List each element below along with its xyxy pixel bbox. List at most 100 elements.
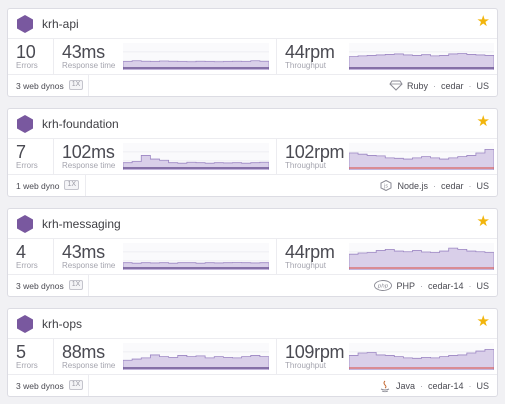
- language-label: Java: [395, 380, 415, 391]
- nodejs-icon: js: [379, 179, 393, 192]
- app-card-footer: 3 web dynos 1X Ruby · cedar · US: [8, 75, 497, 97]
- response-time-value: 88ms: [62, 342, 105, 362]
- dyno-summary[interactable]: 3 web dynos 1X: [8, 75, 90, 96]
- favorite-star-icon[interactable]: ★: [477, 113, 490, 131]
- response-time-label: Response time: [62, 161, 116, 170]
- response-time-value: 43ms: [62, 242, 105, 262]
- language-label: PHP: [396, 280, 415, 291]
- app-card-header: krh-ops ★: [8, 309, 497, 338]
- throughput-metric[interactable]: 44rpm Throughput: [276, 39, 497, 74]
- throughput-value: 44rpm: [285, 42, 335, 62]
- separator-dot: ·: [468, 80, 472, 91]
- dyno-size-badge: 1X: [68, 280, 84, 290]
- app-name-link[interactable]: krh-foundation: [42, 117, 119, 131]
- response-time-label: Response time: [62, 361, 116, 370]
- dyno-size-badge: 1X: [68, 80, 84, 90]
- language-label: Ruby: [406, 80, 428, 91]
- response-time-metric[interactable]: 43ms Response time: [54, 39, 276, 74]
- errors-metric[interactable]: 4 Errors: [8, 239, 54, 274]
- region-label: US: [476, 80, 489, 91]
- stack-info: Java · cedar-14 · US: [378, 380, 489, 393]
- errors-count: 4: [16, 242, 26, 262]
- response-time-label: Response time: [62, 261, 116, 270]
- response-time-sparkline: [123, 243, 269, 270]
- app-card[interactable]: krh-api ★ 10 Errors 43ms Response time 4…: [7, 8, 498, 97]
- app-card-footer: 3 web dynos 1X Java · cedar-14 · US: [8, 375, 497, 397]
- favorite-star-icon[interactable]: ★: [477, 313, 490, 331]
- metrics-row: 4 Errors 43ms Response time 44rpm Throug…: [8, 238, 497, 275]
- sparkline-baseline: [123, 67, 269, 69]
- response-time-value: 43ms: [62, 42, 105, 62]
- app-card-header: krh-api ★: [8, 9, 497, 38]
- favorite-star-icon[interactable]: ★: [477, 213, 490, 231]
- throughput-value: 102rpm: [285, 142, 345, 162]
- errors-label: Errors: [16, 161, 38, 170]
- app-card[interactable]: krh-ops ★ 5 Errors 88ms Response time 10…: [7, 308, 498, 397]
- throughput-label: Throughput: [285, 261, 326, 270]
- ruby-icon: [389, 80, 403, 91]
- app-hexagon-icon: [17, 115, 33, 133]
- app-card[interactable]: krh-foundation ★ 7 Errors 102ms Response…: [7, 108, 498, 197]
- separator-dot: ·: [468, 380, 472, 391]
- sparkline-area: [349, 148, 494, 170]
- stack-info: php PHP · cedar-14 · US: [374, 280, 489, 291]
- dyno-summary[interactable]: 3 web dynos 1X: [8, 275, 90, 296]
- throughput-label: Throughput: [285, 361, 326, 370]
- errors-count: 7: [16, 142, 26, 162]
- svg-text:js: js: [383, 184, 388, 190]
- app-hexagon-icon: [17, 315, 33, 333]
- errors-metric[interactable]: 10 Errors: [8, 39, 54, 74]
- app-card-header: krh-messaging ★: [8, 209, 497, 238]
- stack-label: cedar: [440, 80, 464, 91]
- sparkline-baseline: [349, 67, 494, 69]
- app-hexagon-icon: [17, 15, 33, 33]
- stack-info: js Node.js · cedar · US: [379, 179, 489, 192]
- favorite-star-icon[interactable]: ★: [477, 13, 490, 31]
- region-label: US: [476, 280, 489, 291]
- separator-dot: ·: [419, 380, 423, 391]
- dyno-count: 3 web dynos: [16, 81, 64, 91]
- throughput-value: 44rpm: [285, 242, 335, 262]
- separator-dot: ·: [432, 180, 436, 191]
- sparkline-area: [349, 348, 494, 370]
- dyno-count: 3 web dynos: [16, 281, 64, 291]
- errors-count: 5: [16, 342, 26, 362]
- dyno-summary[interactable]: 1 web dyno 1X: [8, 175, 86, 196]
- response-time-metric[interactable]: 43ms Response time: [54, 239, 276, 274]
- sparkline-baseline: [123, 167, 269, 169]
- region-label: US: [476, 380, 489, 391]
- region-label: US: [476, 180, 489, 191]
- errors-metric[interactable]: 5 Errors: [8, 339, 54, 374]
- separator-dot: ·: [419, 280, 423, 291]
- throughput-label: Throughput: [285, 161, 326, 170]
- stack-info: Ruby · cedar · US: [389, 80, 489, 91]
- errors-label: Errors: [16, 261, 38, 270]
- stack-label: cedar: [440, 180, 464, 191]
- response-time-value: 102ms: [62, 142, 115, 162]
- throughput-metric[interactable]: 44rpm Throughput: [276, 239, 497, 274]
- stack-label: cedar-14: [427, 280, 464, 291]
- errors-metric[interactable]: 7 Errors: [8, 139, 54, 174]
- app-card[interactable]: krh-messaging ★ 4 Errors 43ms Response t…: [7, 208, 498, 297]
- app-name-link[interactable]: krh-messaging: [42, 217, 121, 231]
- throughput-metric[interactable]: 102rpm Throughput: [276, 139, 497, 174]
- throughput-sparkline: [349, 243, 494, 270]
- response-time-label: Response time: [62, 61, 116, 70]
- response-time-sparkline: [123, 43, 269, 70]
- dyno-count: 3 web dynos: [16, 381, 64, 391]
- throughput-metric[interactable]: 109rpm Throughput: [276, 339, 497, 374]
- app-card-footer: 1 web dyno 1X js Node.js · cedar · US: [8, 175, 497, 197]
- response-time-sparkline: [123, 343, 269, 370]
- dyno-summary[interactable]: 3 web dynos 1X: [8, 375, 90, 396]
- app-name-link[interactable]: krh-ops: [42, 317, 82, 331]
- response-time-metric[interactable]: 88ms Response time: [54, 339, 276, 374]
- metrics-row: 7 Errors 102ms Response time 102rpm Thro…: [8, 138, 497, 175]
- throughput-label: Throughput: [285, 61, 326, 70]
- java-icon: [378, 380, 392, 393]
- separator-dot: ·: [468, 180, 472, 191]
- app-card-footer: 3 web dynos 1X php PHP · cedar-14 · US: [8, 275, 497, 297]
- dyno-size-badge: 1X: [64, 180, 80, 190]
- app-name-link[interactable]: krh-api: [42, 17, 79, 31]
- metrics-row: 5 Errors 88ms Response time 109rpm Throu…: [8, 338, 497, 375]
- response-time-metric[interactable]: 102ms Response time: [54, 139, 276, 174]
